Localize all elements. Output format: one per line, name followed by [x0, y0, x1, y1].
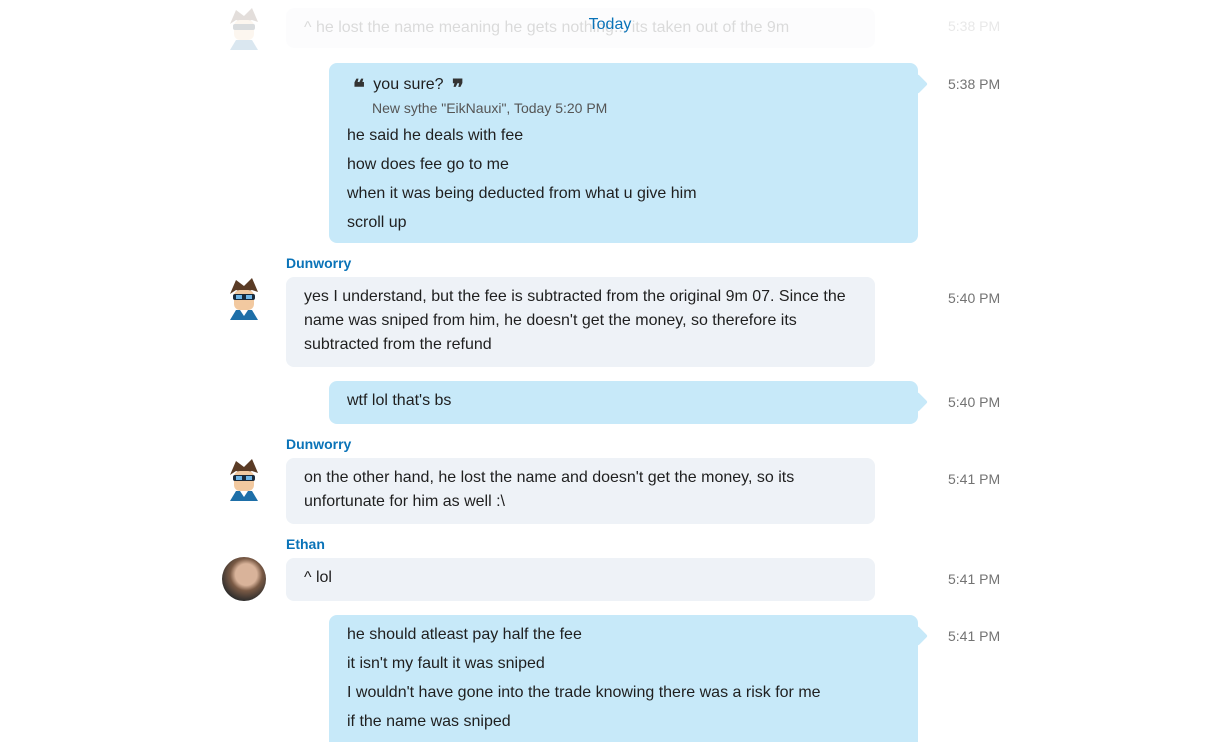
message-line: if the name was sniped	[347, 713, 511, 730]
message-text: on the other hand, he lost the name and …	[304, 469, 795, 510]
quoted-message-meta: New sythe "EikNauxi", Today 5:20 PM	[372, 100, 608, 116]
message-line: he said he deals with fee	[347, 127, 524, 144]
incoming-message-bubble[interactable]: ^ lol	[286, 558, 875, 601]
message-line: he should atleast pay half the fee	[347, 626, 582, 643]
quoted-message-text: you sure?	[373, 76, 444, 93]
message-line: wtf lol that's bs	[347, 392, 452, 409]
date-divider: Today	[588, 16, 632, 33]
quote-open-icon: ❝	[353, 75, 365, 101]
dunworry-avatar[interactable]	[222, 457, 266, 501]
ethan-avatar[interactable]	[222, 557, 266, 601]
incoming-message-bubble[interactable]: on the other hand, he lost the name and …	[286, 458, 875, 524]
message-line: I wouldn't have gone into the trade know…	[347, 684, 821, 701]
message-time: 5:41 PM	[948, 471, 1001, 487]
outgoing-message-bubble[interactable]: wtf lol that's bs	[329, 381, 918, 424]
message-time: 5:40 PM	[948, 394, 1001, 410]
outgoing-message-bubble[interactable]: he should atleast pay half the fee it is…	[329, 615, 918, 742]
outgoing-message-bubble[interactable]: ❝ you sure? ❞ New sythe "EikNauxi", Toda…	[329, 63, 918, 243]
message-time: 5:38 PM	[948, 76, 1001, 92]
message-line: when it was being deducted from what u g…	[347, 185, 697, 202]
message-line: it isn't my fault it was sniped	[347, 655, 545, 672]
message-text: ^ lol	[304, 569, 332, 586]
chat-conversation: ^ he lost the name meaning he gets nothi…	[0, 0, 1220, 742]
message-line: how does fee go to me	[347, 156, 509, 173]
message-time: 5:41 PM	[948, 628, 1001, 644]
message-line: scroll up	[347, 214, 407, 231]
dunworry-avatar[interactable]	[222, 276, 266, 320]
incoming-message-bubble[interactable]: yes I understand, but the fee is subtrac…	[286, 277, 875, 367]
message-text: yes I understand, but the fee is subtrac…	[304, 288, 846, 353]
sender-name[interactable]: Dunworry	[286, 255, 351, 271]
sender-name[interactable]: Ethan	[286, 536, 325, 552]
quoted-message[interactable]: ❝ you sure? ❞ New sythe "EikNauxi", Toda…	[347, 73, 900, 118]
message-time: 5:41 PM	[948, 571, 1001, 587]
sender-name[interactable]: Dunworry	[286, 436, 351, 452]
message-time: 5:40 PM	[948, 290, 1001, 306]
